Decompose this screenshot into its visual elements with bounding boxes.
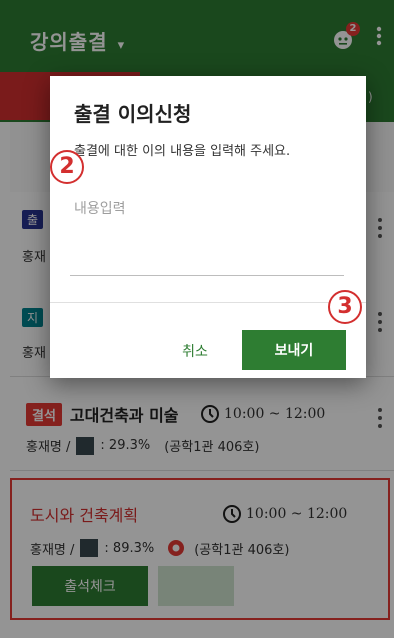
dialog-divider bbox=[50, 302, 366, 303]
send-button[interactable]: 보내기 bbox=[242, 330, 346, 370]
objection-dialog: 출결 이의신청 출결에 대한 이의 내용을 입력해 주세요. 취소 보내기 bbox=[50, 76, 366, 378]
step-marker: 3 bbox=[328, 290, 362, 324]
cancel-button[interactable]: 취소 bbox=[168, 338, 222, 364]
objection-content-field[interactable] bbox=[70, 194, 344, 276]
dialog-subtitle: 출결에 대한 이의 내용을 입력해 주세요. bbox=[74, 144, 291, 159]
step-marker: 2 bbox=[50, 150, 84, 184]
dialog-title: 출결 이의신청 bbox=[74, 102, 192, 126]
